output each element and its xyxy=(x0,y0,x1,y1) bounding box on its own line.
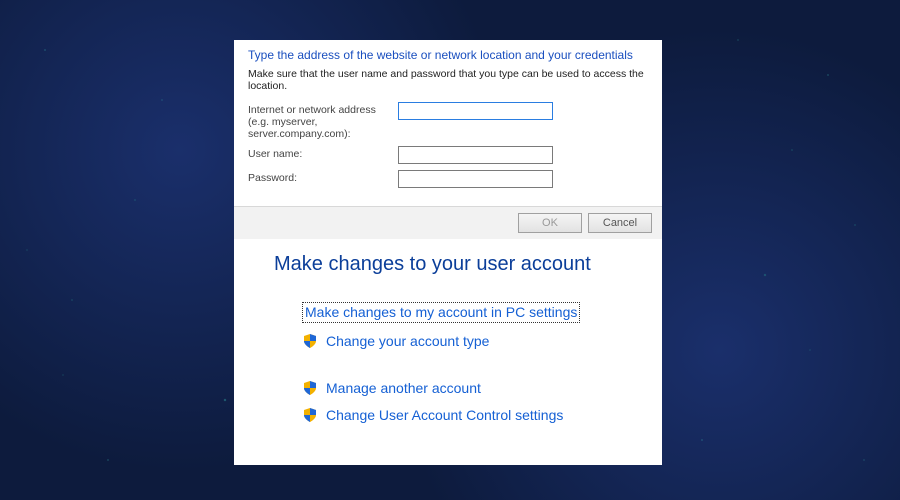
credentials-dialog: Type the address of the website or netwo… xyxy=(234,40,662,206)
link-label: Change your account type xyxy=(326,333,489,350)
username-input[interactable] xyxy=(398,146,553,164)
desktop-background: Type the address of the website or netwo… xyxy=(0,0,900,500)
username-row: User name: xyxy=(248,146,648,164)
shield-icon xyxy=(302,407,318,423)
cancel-button[interactable]: Cancel xyxy=(588,213,652,233)
address-row: Internet or network address (e.g. myserv… xyxy=(248,102,648,140)
password-row: Password: xyxy=(248,170,648,188)
ok-button[interactable]: OK xyxy=(518,213,582,233)
user-accounts-heading: Make changes to your user account xyxy=(274,253,638,276)
dialog-button-bar: OK Cancel xyxy=(234,206,662,239)
address-label: Internet or network address (e.g. myserv… xyxy=(248,102,398,140)
credentials-hint: Make sure that the user name and passwor… xyxy=(248,68,648,92)
password-input[interactable] xyxy=(398,170,553,188)
address-input[interactable] xyxy=(398,102,553,120)
user-accounts-section: Make changes to your user account Make c… xyxy=(234,239,662,443)
windows-panel: Type the address of the website or netwo… xyxy=(234,40,662,465)
link-pc-settings[interactable]: Make changes to my account in PC setting… xyxy=(302,302,638,323)
user-accounts-links: Make changes to my account in PC setting… xyxy=(274,302,638,423)
credentials-heading: Type the address of the website or netwo… xyxy=(248,48,648,62)
link-label: Change User Account Control settings xyxy=(326,407,563,424)
shield-icon xyxy=(302,333,318,349)
link-uac-settings[interactable]: Change User Account Control settings xyxy=(302,407,638,424)
link-manage-another[interactable]: Manage another account xyxy=(302,380,638,397)
link-change-type[interactable]: Change your account type xyxy=(302,333,638,350)
username-label: User name: xyxy=(248,146,398,160)
link-label: Make changes to my account in PC setting… xyxy=(302,302,580,323)
shield-icon xyxy=(302,380,318,396)
link-label: Manage another account xyxy=(326,380,481,397)
password-label: Password: xyxy=(248,170,398,184)
